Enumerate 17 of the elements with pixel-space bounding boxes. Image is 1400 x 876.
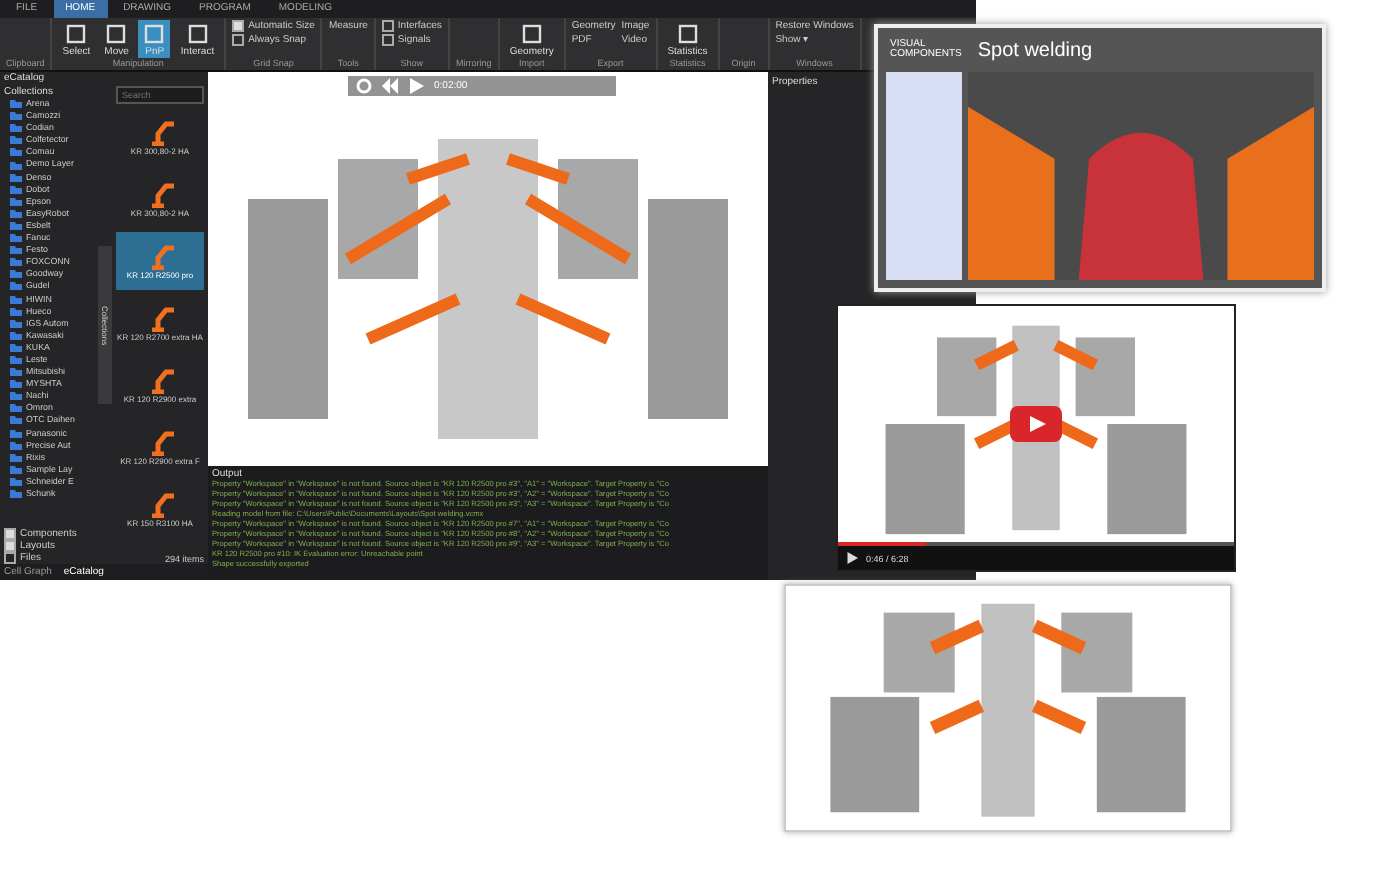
- tool-icon: [142, 21, 167, 45]
- checkbox[interactable]: [4, 540, 16, 552]
- checkbox[interactable]: [232, 34, 245, 46]
- rewind-icon[interactable]: [382, 78, 398, 94]
- play-button-icon[interactable]: [1010, 406, 1062, 442]
- window-title: Spot welding: [977, 39, 1093, 61]
- tool-icon: [185, 21, 210, 45]
- checkbox[interactable]: [232, 20, 245, 32]
- checkbox[interactable]: [4, 528, 16, 540]
- checkbox[interactable]: [381, 20, 394, 32]
- tool-icon: [675, 21, 700, 45]
- play-icon[interactable]: [846, 552, 858, 564]
- settings-icon[interactable]: [356, 78, 372, 94]
- tool-icon: [104, 21, 129, 45]
- tool-icon: [64, 21, 89, 45]
- tool-icon: [519, 21, 544, 45]
- checkbox[interactable]: [381, 34, 394, 46]
